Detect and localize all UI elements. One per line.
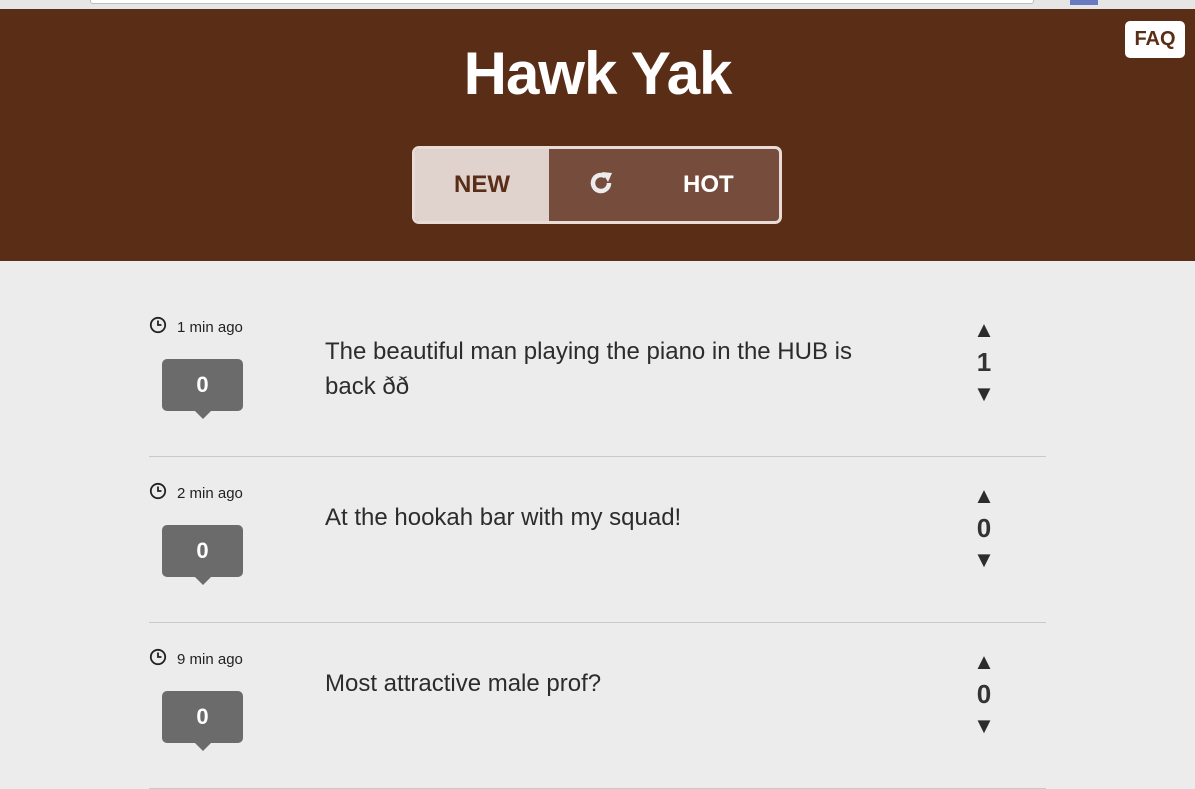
comment-count-badge[interactable]: 0: [162, 525, 243, 585]
post-time-label: 9 min ago: [177, 650, 243, 668]
downvote-arrow-icon[interactable]: ▼: [969, 713, 999, 739]
refresh-icon: [587, 169, 615, 202]
post-item: 1 min ago 0 The beautiful man playing th…: [149, 261, 1046, 457]
downvote-arrow-icon[interactable]: ▼: [969, 381, 999, 407]
site-title: Hawk Yak: [463, 40, 733, 107]
post-timestamp: 9 min ago: [149, 648, 243, 670]
clock-icon: [149, 316, 177, 338]
upvote-arrow-icon[interactable]: ▲: [969, 317, 999, 343]
vote-controls: ▲ 1 ▼: [969, 317, 999, 407]
clock-icon: [149, 482, 177, 504]
comment-count-badge[interactable]: 0: [162, 359, 243, 419]
sort-toggle: NEW HOT: [412, 146, 782, 224]
vote-score: 0: [976, 513, 992, 543]
tab-new[interactable]: NEW: [415, 149, 549, 221]
vote-score: 0: [976, 679, 992, 709]
upvote-arrow-icon[interactable]: ▲: [969, 649, 999, 675]
downvote-arrow-icon[interactable]: ▼: [969, 547, 999, 573]
extension-icon[interactable]: [1070, 0, 1098, 5]
clock-icon: [149, 648, 177, 670]
post-text[interactable]: The beautiful man playing the piano in t…: [325, 334, 885, 404]
post-item: 2 min ago 0 At the hookah bar with my sq…: [149, 457, 1046, 623]
vote-score: 1: [976, 347, 992, 377]
refresh-button[interactable]: [549, 149, 653, 221]
address-bar[interactable]: [90, 0, 1034, 4]
tab-hot[interactable]: HOT: [653, 149, 779, 221]
upvote-arrow-icon[interactable]: ▲: [969, 483, 999, 509]
post-time-label: 1 min ago: [177, 318, 243, 336]
post-text[interactable]: At the hookah bar with my squad!: [325, 500, 885, 535]
faq-button[interactable]: FAQ: [1125, 21, 1185, 58]
comment-count-badge[interactable]: 0: [162, 691, 243, 751]
post-timestamp: 1 min ago: [149, 316, 243, 338]
vote-controls: ▲ 0 ▼: [969, 649, 999, 739]
vote-controls: ▲ 0 ▼: [969, 483, 999, 573]
post-time-label: 2 min ago: [177, 484, 243, 502]
site-header: Hawk Yak FAQ NEW HOT: [0, 9, 1195, 261]
post-timestamp: 2 min ago: [149, 482, 243, 504]
post-item: 9 min ago 0 Most attractive male prof? ▲…: [149, 623, 1046, 789]
post-text[interactable]: Most attractive male prof?: [325, 666, 885, 701]
browser-chrome: [0, 0, 1195, 9]
